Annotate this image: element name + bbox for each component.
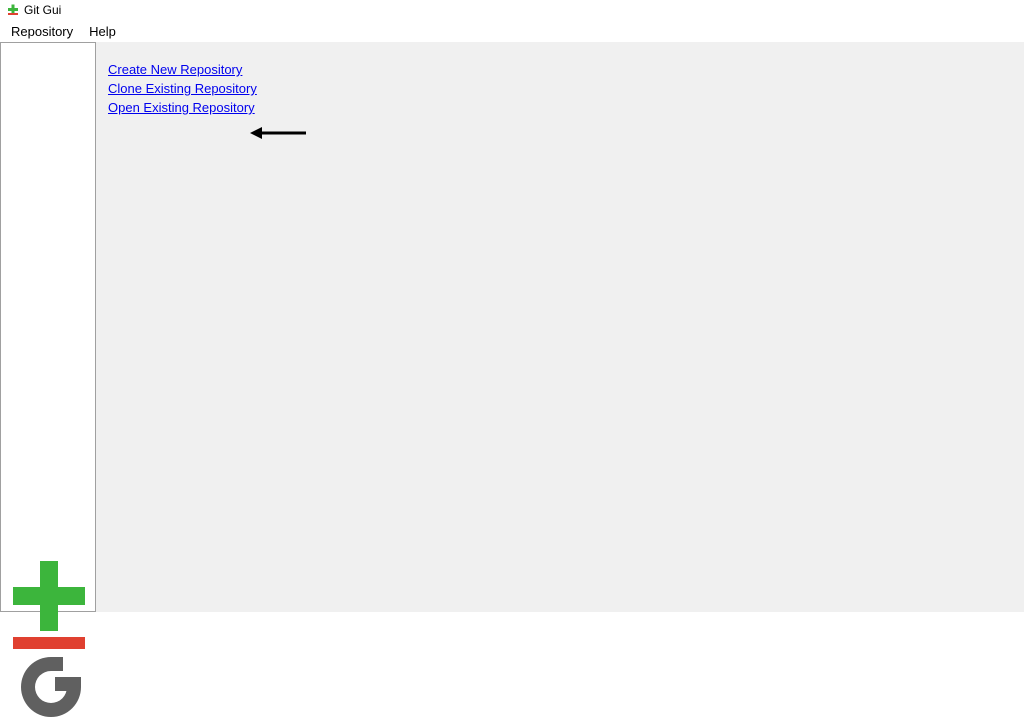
clone-existing-repository-link[interactable]: Clone Existing Repository (108, 81, 257, 96)
minus-icon (13, 637, 85, 649)
window-titlebar: Git Gui (0, 0, 1024, 20)
menu-help[interactable]: Help (81, 22, 124, 40)
plus-icon (40, 561, 58, 631)
left-logo-panel (0, 42, 96, 612)
window-title: Git Gui (24, 3, 61, 17)
action-links: Create New Repository Clone Existing Rep… (108, 62, 1012, 115)
app-icon (6, 3, 20, 17)
menu-repository[interactable]: Repository (3, 22, 81, 40)
create-new-repository-link[interactable]: Create New Repository (108, 62, 242, 77)
content-panel: Create New Repository Clone Existing Rep… (96, 42, 1024, 612)
git-g-glyph (11, 651, 91, 723)
menubar: Repository Help (0, 20, 1024, 42)
open-existing-repository-link[interactable]: Open Existing Repository (108, 100, 255, 115)
main-area: Create New Repository Clone Existing Rep… (0, 42, 1024, 612)
